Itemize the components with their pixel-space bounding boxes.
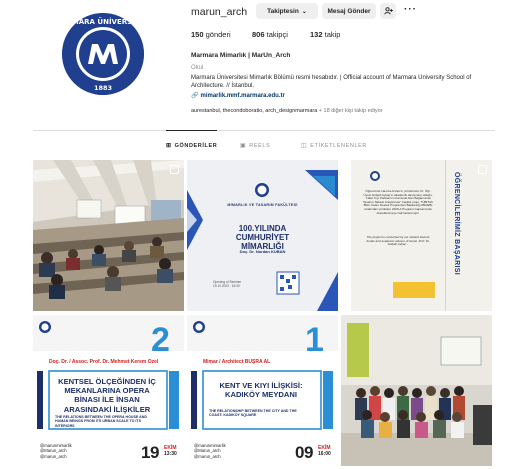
following-button-label: Takiptesin bbox=[267, 7, 299, 15]
post-lecture-hall-photo[interactable] bbox=[33, 160, 184, 311]
profile-bio: Marmara Üniversitesi Mimarlık Bölümü res… bbox=[191, 75, 472, 89]
followed-by-more: + 18 diğer kişi takip ediyor bbox=[317, 108, 383, 114]
svg-text:MARMARA ÜNİVERSİTESİ: MARMARA ÜNİVERSİTESİ bbox=[62, 17, 144, 26]
add-user-glyph bbox=[383, 7, 393, 15]
profile-username: marun_arch bbox=[191, 6, 248, 18]
lecture-month-time: EKİM 13:30 bbox=[164, 445, 177, 457]
tab-reels-label: REELS bbox=[249, 142, 271, 149]
marmara-university-logo: MARMARA ÜNİVERSİTESİ 1883 bbox=[62, 13, 144, 95]
lecture-month-time: EKİM 16:00 bbox=[318, 445, 331, 457]
posts-count: 150 bbox=[191, 30, 204, 39]
more-options-icon[interactable]: ··· bbox=[404, 4, 417, 15]
lecture-time: 16:00 bbox=[318, 451, 331, 457]
profile-link[interactable]: 🔗 mimarlik.mmf.marmara.edu.tr bbox=[191, 92, 285, 99]
tab-posts[interactable]: ⊞ GÖNDERİLER bbox=[166, 130, 218, 149]
lecture-time: 13:30 bbox=[164, 451, 177, 457]
tagged-icon: ◫ bbox=[301, 143, 308, 149]
followers-label: takipçi bbox=[266, 30, 288, 39]
lecture-day: 09 bbox=[295, 443, 313, 462]
tab-tagged-label: ETİKETLENENLER bbox=[310, 142, 367, 149]
tab-posts-label: GÖNDERİLER bbox=[174, 142, 218, 149]
lecture-hall-image bbox=[33, 160, 184, 311]
poster-title-line1: 100.YILINDA bbox=[238, 224, 287, 233]
post-kadikoy-lecture-poster[interactable]: 1 Mimar / Architect BÜŞRA AL KENT VE KIY… bbox=[187, 315, 338, 466]
tab-tagged[interactable]: ◫ ETİKETLENENLER bbox=[301, 142, 367, 150]
carousel-icon bbox=[170, 165, 179, 174]
followers-count: 806 bbox=[252, 30, 265, 39]
announcement-vertical-title: ÖĞRENCİLERİMİZ BAŞARISI bbox=[453, 172, 460, 275]
poster-author: Doç. Dr. Nurdan KUBAN bbox=[239, 249, 286, 254]
lecture-day: 19 bbox=[141, 443, 159, 462]
followed-by[interactable]: aurestanbul, thecondoboratio, arch_desig… bbox=[191, 108, 383, 114]
lecture-speaker: Doç. Dr. / Assoc. Prof. Dr. Mehmet Kerem… bbox=[49, 359, 159, 365]
profile-divider bbox=[33, 130, 495, 131]
tab-reels[interactable]: ▣ REELS bbox=[240, 142, 271, 150]
followed-by-names: aurestanbul, thecondoboratio, arch_desig… bbox=[191, 108, 318, 114]
grid-icon: ⊞ bbox=[166, 143, 172, 149]
lecture-social-handles: @marunmimarlik @Marun_arch @marun_arch bbox=[194, 443, 226, 459]
following-button[interactable]: Takiptesin ⌄ bbox=[256, 3, 318, 19]
poster-date: Opening of Seminer 19.10.2023 · 16:00 bbox=[213, 280, 273, 288]
following-label: takip bbox=[324, 30, 341, 39]
announcement-body-en: The project is conducted by our student … bbox=[366, 235, 430, 247]
carousel-icon bbox=[478, 165, 487, 174]
poster-date-line2: 19.10.2023 · 16:00 bbox=[213, 284, 240, 288]
lecture-series-number: 1 bbox=[305, 321, 324, 359]
post-student-success-announcement[interactable]: ÖĞRENCİLERİMİZ BAŞARISI Öğrencimiz Hamza… bbox=[341, 160, 492, 311]
post-cumhuriyet-mimarligi-poster[interactable]: MİMARLIK VE TASARIM FAKÜLTESİ 100.YILIND… bbox=[187, 160, 338, 311]
profile-avatar[interactable]: MARMARA ÜNİVERSİTESİ 1883 bbox=[62, 13, 144, 95]
social-handle-3: @marun_arch bbox=[194, 453, 221, 459]
message-button[interactable]: Mesaj Gönder bbox=[322, 3, 376, 19]
stat-followers[interactable]: 806 takipçi bbox=[252, 30, 288, 39]
reels-icon: ▣ bbox=[240, 143, 247, 149]
group-photo-image bbox=[341, 315, 492, 466]
posts-label: gönderi bbox=[205, 30, 231, 39]
lecture-speaker: Mimar / Architect BÜŞRA AL bbox=[203, 359, 271, 365]
link-icon: 🔗 bbox=[191, 93, 199, 99]
profile-link-text: mimarlik.mmf.marmara.edu.tr bbox=[200, 93, 285, 99]
poster-faculty: MİMARLIK VE TASARIM FAKÜLTESİ bbox=[227, 203, 298, 207]
lecture-title: KENT VE KIYI İLİŞKİSİ: KADIKÖY MEYDANI bbox=[219, 381, 303, 400]
poster-title: 100.YILINDA CUMHURİYET MİMARLIĞI bbox=[187, 224, 338, 251]
chevron-down-icon: ⌄ bbox=[301, 8, 307, 15]
lecture-social-handles: @marunmimarlik @Marun_arch @marun_arch bbox=[40, 443, 72, 459]
svg-text:1883: 1883 bbox=[94, 84, 112, 92]
lecture-subtitle: THE RELATIONS BETWEEN THE OPERA HOUSE AN… bbox=[55, 415, 147, 428]
profile-category: Okul bbox=[191, 65, 204, 71]
lecture-series-number: 2 bbox=[151, 321, 170, 359]
stat-following[interactable]: 132 takip bbox=[310, 30, 340, 39]
post-opera-house-lecture-poster[interactable]: 2 Doç. Dr. / Assoc. Prof. Dr. Mehmet Ker… bbox=[33, 315, 184, 466]
post-group-photo[interactable] bbox=[341, 315, 492, 466]
add-user-icon[interactable] bbox=[380, 3, 396, 19]
stat-posts[interactable]: 150 gönderi bbox=[191, 30, 231, 39]
announcement-body-tr: Öğrencimiz Hamza Arslan'ın yürütücüsü, D… bbox=[363, 189, 433, 215]
poster-title-line2: CUMHURİYET bbox=[235, 233, 290, 242]
lecture-title: KENTSEL ÖLÇEĞİNDEN İÇ MEKANLARINA OPERA … bbox=[58, 377, 156, 414]
lecture-subtitle: THE RELATIONSHIP BETWEEN THE CITY AND TH… bbox=[209, 409, 297, 418]
following-count: 132 bbox=[310, 30, 323, 39]
profile-display-name: Marmara Mimarlık | MarUn_Arch bbox=[191, 52, 291, 59]
social-handle-3: @marun_arch bbox=[40, 453, 67, 459]
